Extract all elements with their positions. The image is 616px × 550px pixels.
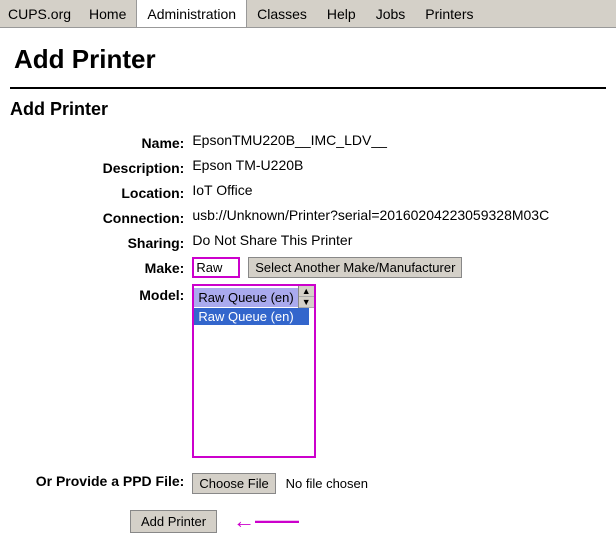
- page-title: Add Printer: [0, 28, 616, 87]
- location-value: IoT Office: [192, 182, 604, 205]
- choose-file-button[interactable]: Choose File: [192, 473, 275, 494]
- no-file-text: No file chosen: [286, 476, 368, 491]
- connection-row: Connection: usb://Unknown/Printer?serial…: [12, 207, 604, 230]
- location-row: Location: IoT Office: [12, 182, 604, 205]
- sharing-value: Do Not Share This Printer: [192, 232, 604, 255]
- nav-classes[interactable]: Classes: [247, 0, 317, 27]
- model-label: Model:: [12, 284, 190, 463]
- model-option-raw[interactable]: Raw Queue (en): [194, 308, 309, 325]
- make-cell: Select Another Make/Manufacturer: [192, 257, 604, 282]
- add-printer-row: Add Printer ←——: [10, 500, 606, 534]
- add-printer-button[interactable]: Add Printer: [130, 510, 217, 533]
- printer-form: Name: EpsonTMU220B__IMC_LDV__ Descriptio…: [10, 130, 606, 500]
- ppd-row: Or Provide a PPD File: Choose File No fi…: [12, 465, 604, 498]
- description-value: Epson TM-U220B: [192, 157, 604, 180]
- nav-brand[interactable]: CUPS.org: [0, 0, 79, 27]
- nav-printers[interactable]: Printers: [415, 0, 483, 27]
- description-label: Description:: [12, 157, 190, 180]
- nav-home[interactable]: Home: [79, 0, 136, 27]
- make-input[interactable]: [192, 257, 240, 278]
- name-row: Name: EpsonTMU220B__IMC_LDV__: [12, 132, 604, 155]
- section-title: Add Printer: [10, 99, 606, 130]
- ppd-cell: Choose File No file chosen: [192, 465, 604, 498]
- location-label: Location:: [12, 182, 190, 205]
- model-selected-text: Raw Queue (en): [194, 288, 297, 307]
- sharing-label: Sharing:: [12, 232, 190, 255]
- connection-label: Connection:: [12, 207, 190, 230]
- arrow-icon: ←——: [233, 508, 299, 534]
- model-row: Model: Raw Queue (en) ▲ ▼ Raw Queue (en): [12, 284, 604, 463]
- model-listbox[interactable]: Raw Queue (en): [194, 308, 309, 456]
- add-printer-section: Add Printer Name: EpsonTMU220B__IMC_LDV_…: [10, 87, 606, 550]
- nav-administration[interactable]: Administration: [136, 0, 247, 27]
- select-make-button[interactable]: Select Another Make/Manufacturer: [248, 257, 462, 278]
- sharing-row: Sharing: Do Not Share This Printer: [12, 232, 604, 255]
- scroll-down-icon[interactable]: ▼: [299, 297, 314, 308]
- make-row: Make: Select Another Make/Manufacturer: [12, 257, 604, 282]
- name-value: EpsonTMU220B__IMC_LDV__: [192, 132, 604, 155]
- model-select-area: Raw Queue (en) ▲ ▼ Raw Queue (en): [192, 284, 315, 458]
- ppd-label: Or Provide a PPD File:: [12, 465, 190, 498]
- scroll-up-icon[interactable]: ▲: [299, 286, 314, 297]
- connection-value: usb://Unknown/Printer?serial=20160204223…: [192, 207, 604, 230]
- nav-jobs[interactable]: Jobs: [366, 0, 416, 27]
- description-row: Description: Epson TM-U220B: [12, 157, 604, 180]
- nav-help[interactable]: Help: [317, 0, 366, 27]
- model-cell: Raw Queue (en) ▲ ▼ Raw Queue (en): [192, 284, 604, 463]
- name-label: Name:: [12, 132, 190, 155]
- make-label: Make:: [12, 257, 190, 282]
- navbar: CUPS.org Home Administration Classes Hel…: [0, 0, 616, 28]
- model-scroll-arrows: ▲ ▼: [298, 286, 314, 308]
- model-top-row: Raw Queue (en) ▲ ▼: [194, 286, 313, 308]
